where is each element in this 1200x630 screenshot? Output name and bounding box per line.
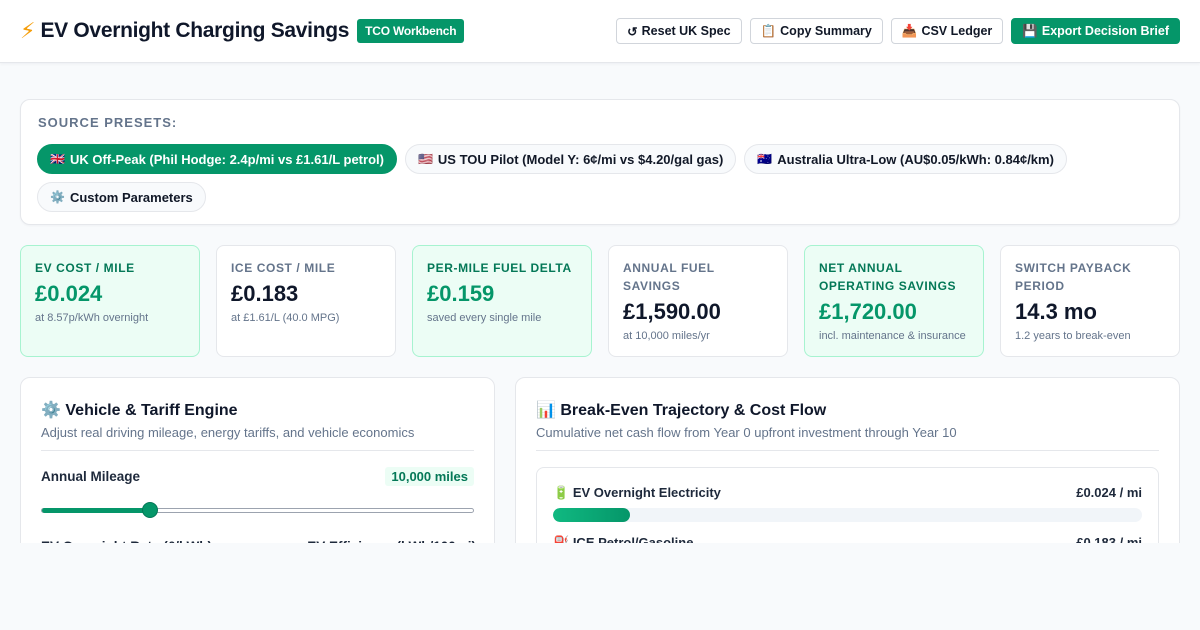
kpi-subtext: at £1.61/L (40.0 MPG) [231, 312, 340, 324]
preset-label: Custom Parameters [69, 189, 193, 205]
trajectory-title: Break-Even Trajectory & Cost Flow [560, 402, 827, 419]
cost-row-label: 🔋 EV Overnight Electricity [553, 485, 721, 501]
preset-label: US TOU Pilot (Model Y: 6¢/mi vs $4.20/ga… [437, 151, 724, 167]
reset-uk-spec-label: Reset UK Spec [641, 24, 731, 38]
toolbar: ↺ Reset UK Spec 📋 Copy Summary 📥 CSV Led… [616, 18, 1180, 44]
kpi-subtext: at 8.57p/kWh overnight [35, 312, 149, 324]
copy-summary-button[interactable]: 📋 Copy Summary [749, 18, 883, 44]
preset-australia-ultra-low[interactable]: 🇦🇺 Australia Ultra-Low (AU$0.05/kWh: 0.8… [744, 144, 1067, 174]
kpi-label: EV COST / MILE [35, 261, 135, 275]
csv-ledger-button[interactable]: 📥 CSV Ledger [890, 18, 1004, 44]
kpi-subtext: at 10,000 miles/yr [623, 330, 710, 342]
csv-ledger-label: CSV Ledger [921, 24, 993, 38]
preset-label: Australia Ultra-Low (AU$0.05/kWh: 0.84¢/… [777, 151, 1054, 167]
bar-chart-icon: 📊 [536, 402, 556, 419]
kpi-ice-cost-per-mile: ICE COST / MILE £0.183 at £1.61/L (40.0 … [216, 245, 396, 357]
source-presets-label: SOURCE PRESETS: [38, 115, 178, 130]
kpi-subtext: 1.2 years to break-even [1015, 330, 1131, 342]
panel-title: 📊 Break-Even Trajectory & Cost Flow [536, 400, 826, 420]
kpi-label: ICE COST / MILE [231, 261, 336, 275]
app-title: EV Overnight Charging Savings [40, 19, 350, 42]
divider [536, 450, 1159, 451]
preset-list: 🇬🇧 UK Off-Peak (Phil Hodge: 2.4p/mi vs £… [37, 144, 1167, 212]
australia-flag-icon: 🇦🇺 [757, 152, 773, 166]
reset-uk-spec-button[interactable]: ↺ Reset UK Spec [616, 18, 742, 44]
kpi-value: £0.159 [427, 281, 495, 306]
reset-icon: ↺ [627, 24, 638, 39]
gear-icon: ⚙️ [50, 190, 65, 204]
kpi-per-mile-fuel-delta: PER-MILE FUEL DELTA £0.159 saved every s… [412, 245, 592, 357]
panel-subtitle: Adjust real driving mileage, energy tari… [41, 425, 415, 440]
uk-flag-icon: 🇬🇧 [50, 152, 65, 166]
kpi-annual-fuel-savings: ANNUAL FUEL SAVINGS £1,590.00 at 10,000 … [608, 245, 788, 357]
kpi-value: £1,720.00 [819, 299, 917, 324]
slider-fill [42, 508, 150, 513]
copy-summary-label: Copy Summary [780, 24, 872, 38]
preset-label: UK Off-Peak (Phil Hodge: 2.4p/mi vs £1.6… [69, 151, 384, 167]
annual-mileage-value: 10,000 miles [385, 467, 474, 486]
gear-icon: ⚙️ [41, 402, 61, 419]
kpi-value: £0.183 [231, 281, 299, 306]
slider-thumb[interactable] [141, 502, 158, 518]
kpi-label: ANNUAL FUEL SAVINGS [623, 261, 715, 293]
kpi-value: £1,590.00 [623, 299, 721, 324]
ev-electricity-label: EV Overnight Electricity [572, 485, 721, 500]
kpi-label: PER-MILE FUEL DELTA [427, 261, 572, 275]
ev-cost-bar-track [553, 508, 1142, 522]
us-flag-icon: 🇺🇸 [417, 152, 433, 166]
preset-custom-parameters[interactable]: ⚙️ Custom Parameters [37, 182, 206, 212]
brand: ⚡ EV Overnight Charging Savings TCO Work… [20, 18, 465, 44]
ev-cost-bar [553, 508, 631, 522]
annual-mileage-slider[interactable] [41, 502, 474, 518]
kpi-value: £0.024 [35, 281, 103, 306]
floppy-disk-icon: 💾 [1022, 23, 1038, 38]
kpi-ev-cost-per-mile: EV COST / MILE £0.024 at 8.57p/kWh overn… [20, 245, 200, 357]
engine-title: Vehicle & Tariff Engine [65, 402, 238, 419]
kpi-subtext: saved every single mile [427, 312, 542, 324]
kpi-subtext: incl. maintenance & insurance [819, 330, 966, 342]
clipboard-icon: 📋 [760, 23, 777, 38]
annual-mileage-label: Annual Mileage [41, 469, 141, 484]
preset-uk-off-peak[interactable]: 🇬🇧 UK Off-Peak (Phil Hodge: 2.4p/mi vs £… [37, 144, 397, 174]
kpi-label: SWITCH PAYBACK PERIOD [1015, 261, 1132, 293]
export-decision-brief-label: Export Decision Brief [1041, 24, 1169, 38]
workbench-badge: TCO Workbench [357, 19, 465, 43]
ev-cost-value: £0.024 / mi [1076, 485, 1142, 500]
cost-row-ev: 🔋 EV Overnight Electricity £0.024 / mi [553, 485, 1142, 501]
kpi-row: EV COST / MILE £0.024 at 8.57p/kWh overn… [20, 245, 1180, 357]
export-decision-brief-button[interactable]: 💾 Export Decision Brief [1011, 18, 1180, 44]
kpi-value: 14.3 mo [1015, 299, 1097, 324]
top-bar: ⚡ EV Overnight Charging Savings TCO Work… [0, 0, 1200, 63]
preset-us-tou-pilot[interactable]: 🇺🇸 US TOU Pilot (Model Y: 6¢/mi vs $4.20… [404, 144, 737, 174]
source-presets-card: SOURCE PRESETS: 🇬🇧 UK Off-Peak (Phil Hod… [20, 99, 1180, 225]
bolt-icon: ⚡ [20, 18, 36, 43]
inbox-tray-icon: 📥 [901, 23, 918, 38]
kpi-switch-payback-period: SWITCH PAYBACK PERIOD 14.3 mo 1.2 years … [1000, 245, 1180, 357]
kpi-net-annual-operating-savings: NET ANNUAL OPERATING SAVINGS £1,720.00 i… [804, 245, 984, 357]
viewport-bottom-area [0, 543, 1200, 630]
divider [41, 450, 474, 451]
battery-icon: 🔋 [553, 485, 570, 500]
panel-title: ⚙️ Vehicle & Tariff Engine [41, 400, 238, 420]
panel-subtitle: Cumulative net cash flow from Year 0 upf… [536, 425, 957, 440]
kpi-label: NET ANNUAL OPERATING SAVINGS [819, 261, 957, 293]
